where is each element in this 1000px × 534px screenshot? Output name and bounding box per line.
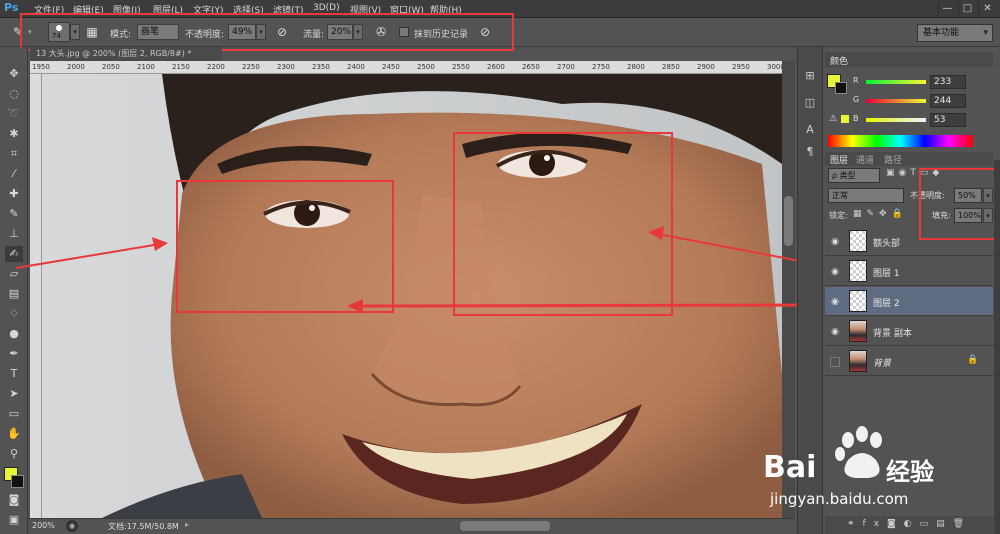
visibility-eye-icon[interactable]: ◉ <box>830 237 840 247</box>
layer-row[interactable]: ◉ 背景 副本 <box>825 317 993 346</box>
blend-mode-select[interactable]: 正常 <box>828 188 904 203</box>
layer-name[interactable]: 额头部 <box>873 236 900 249</box>
character-panel-icon[interactable]: A <box>802 122 818 138</box>
properties-panel-icon[interactable]: ◫ <box>802 95 818 111</box>
channel-r-label: R <box>853 76 859 85</box>
layer-row[interactable]: ◉ 图层 1 <box>825 257 993 286</box>
watermark-brand: Bai <box>763 450 817 485</box>
paths-tab[interactable]: 路径 <box>884 153 902 166</box>
watermark-url: jingyan.baidu.com <box>770 490 909 508</box>
paragraph-panel-icon[interactable]: ¶ <box>802 144 818 160</box>
color-panel-header: 颜色 <box>825 52 993 67</box>
channel-r-value[interactable]: 233 <box>930 75 966 89</box>
layer-row[interactable]: ◉ 图层 2 <box>825 287 993 316</box>
layer-row[interactable]: 背景 🔒 <box>825 347 993 376</box>
channels-tab[interactable]: 通道 <box>856 153 874 166</box>
visibility-eye-icon[interactable]: ◉ <box>830 297 840 307</box>
lock-label: 锁定: <box>829 211 848 220</box>
lock-icon: 🔒 <box>967 355 979 365</box>
color-panel-tab[interactable]: 颜色 <box>830 54 848 67</box>
history-panel-icon[interactable]: ⊞ <box>802 68 818 84</box>
lock-icons[interactable]: ▦✎✥🔒 <box>853 209 908 219</box>
color-spectrum-bar[interactable] <box>828 135 973 147</box>
color-panel-background[interactable] <box>835 82 847 94</box>
channel-b-slider[interactable] <box>866 118 926 122</box>
channel-g-slider[interactable] <box>866 99 926 103</box>
layers-tab[interactable]: 图层 <box>830 153 848 166</box>
channel-g-label: G <box>853 95 860 104</box>
channel-r-slider[interactable] <box>866 80 926 84</box>
layers-panel-header: 图层 通道 路径 <box>825 152 993 166</box>
layer-thumbnail <box>849 350 867 372</box>
layer-name[interactable]: 背景 <box>873 356 891 369</box>
layer-thumbnail <box>849 320 867 342</box>
layer-name[interactable]: 图层 2 <box>873 296 900 309</box>
layer-thumbnail <box>849 260 867 282</box>
layer-action-icons[interactable]: ⚭fx◙◐▭▤🗑 <box>847 519 972 529</box>
layer-name[interactable]: 背景 副本 <box>873 326 912 339</box>
layer-filter-select[interactable]: ρ 类型 <box>828 168 880 183</box>
channel-b-value[interactable]: 53 <box>930 113 966 127</box>
channel-b-label: B <box>853 114 859 123</box>
layer-thumbnail <box>849 290 867 312</box>
layer-thumbnail <box>849 230 867 252</box>
layers-footer: ⚭fx◙◐▭▤🗑 <box>825 516 993 534</box>
layer-row[interactable]: ◉ 额头部 <box>825 227 993 256</box>
watermark-brand-2: 经验 <box>886 458 934 486</box>
layers-scrollbar[interactable] <box>994 160 1000 534</box>
gamut-warning-icon[interactable]: ⚠ <box>829 114 837 124</box>
visibility-eye-icon[interactable]: ◉ <box>830 327 840 337</box>
gamut-swatch[interactable] <box>841 115 849 123</box>
channel-g-value[interactable]: 244 <box>930 94 966 108</box>
visibility-eye-icon[interactable] <box>830 357 840 367</box>
visibility-eye-icon[interactable]: ◉ <box>830 267 840 277</box>
layer-name[interactable]: 图层 1 <box>873 266 900 279</box>
